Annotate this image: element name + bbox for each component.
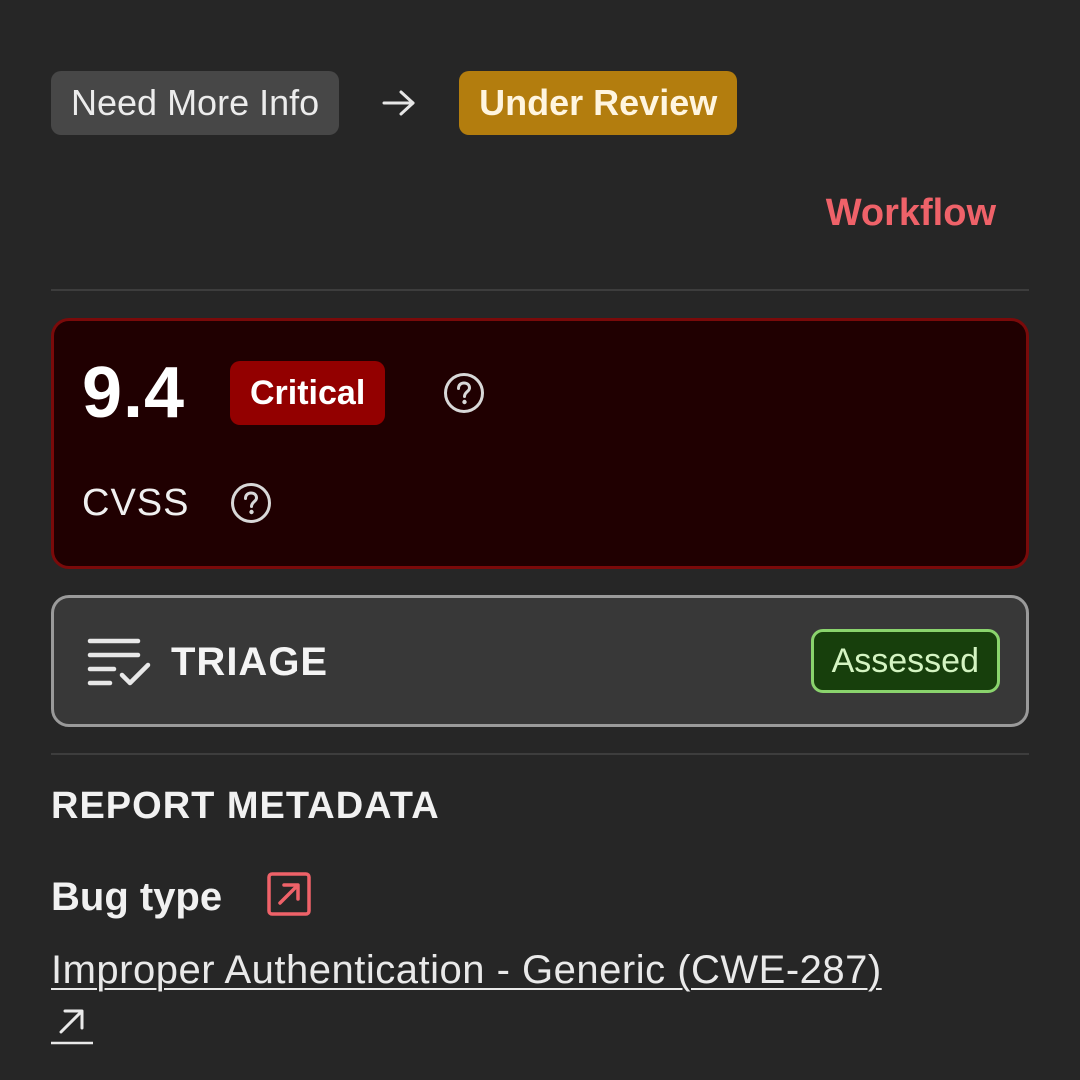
status-transition: Need More Info Under Review bbox=[51, 71, 738, 135]
workflow-link[interactable]: Workflow bbox=[826, 192, 996, 235]
divider bbox=[51, 753, 1029, 755]
triage-title: TRIAGE bbox=[171, 640, 329, 684]
question-circle-icon[interactable] bbox=[229, 481, 273, 525]
list-check-icon bbox=[86, 635, 154, 689]
divider bbox=[51, 289, 1029, 291]
question-circle-icon[interactable] bbox=[442, 371, 486, 415]
report-metadata-heading: REPORT METADATA bbox=[51, 785, 440, 827]
cvss-card: 9.4 Critical CVSS bbox=[51, 318, 1029, 569]
report-sidebar: Need More Info Under Review Workflow 9.4… bbox=[0, 0, 1080, 1080]
status-from-pill[interactable]: Need More Info bbox=[51, 71, 340, 135]
external-link-icon[interactable] bbox=[266, 871, 312, 917]
triage-status-badge: Assessed bbox=[810, 629, 1000, 693]
status-to-pill[interactable]: Under Review bbox=[459, 71, 738, 135]
bug-type-label: Bug type bbox=[51, 875, 223, 919]
bug-type-link[interactable]: Improper Authentication - Generic (CWE-2… bbox=[51, 944, 1041, 996]
severity-badge: Critical bbox=[230, 361, 386, 425]
cvss-score: 9.4 bbox=[82, 353, 186, 433]
arrow-up-right-icon[interactable] bbox=[51, 1004, 95, 1046]
cvss-label: CVSS bbox=[82, 482, 190, 524]
arrow-right-icon bbox=[339, 71, 459, 135]
triage-card[interactable]: TRIAGE Assessed bbox=[51, 595, 1029, 727]
